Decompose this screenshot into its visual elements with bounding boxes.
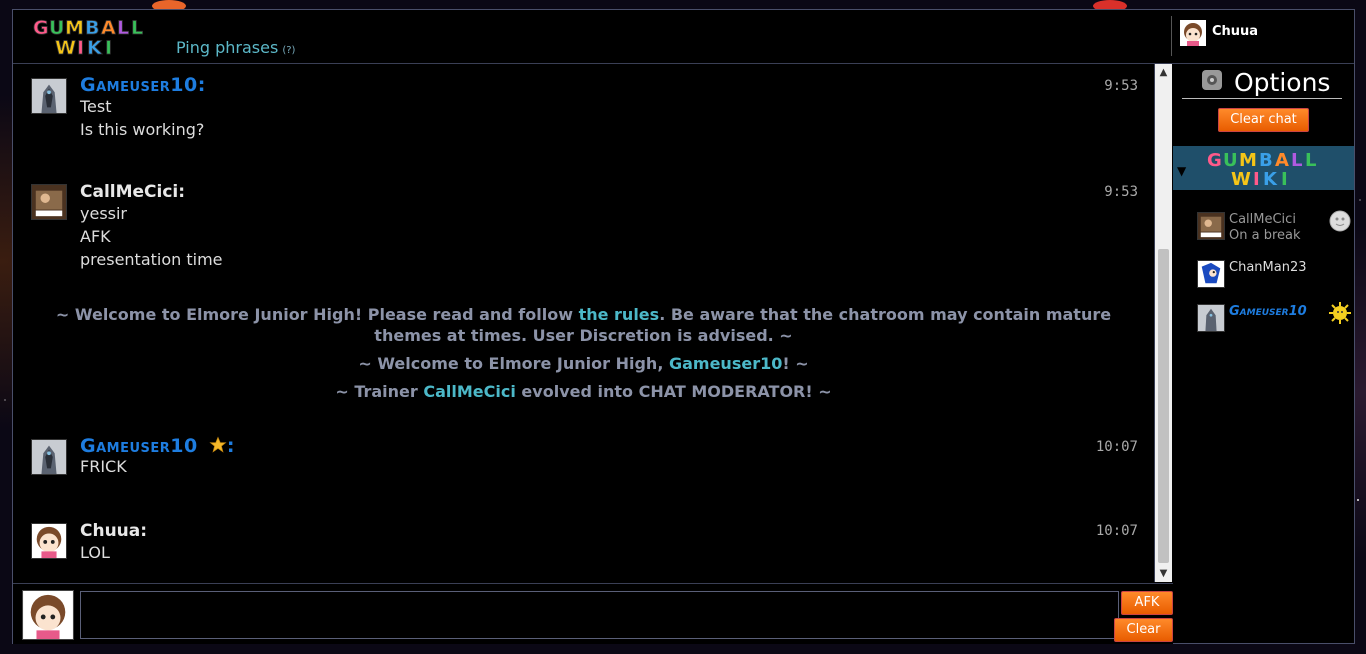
current-user-avatar [1180,20,1206,46]
alert-text: evolved into CHAT MODERATOR! ~ [515,382,832,401]
self-avatar [22,590,74,640]
message-timestamp: 9:53 [1104,184,1138,200]
user-list-status: On a break [1229,228,1301,243]
svg-text:L: L [1291,150,1302,171]
user-avatar [31,184,67,220]
moderator-star-icon [1329,302,1351,324]
message-text: yessir [80,204,128,223]
user-avatar [31,523,67,559]
user-avatar [31,439,67,475]
collapse-arrow-icon[interactable]: ▼ [1177,164,1186,178]
svg-text:U: U [1223,150,1238,171]
user-avatar [31,78,67,114]
message-text: FRICK [80,457,127,476]
user-avatar [1197,304,1225,332]
svg-text:U: U [49,17,64,39]
scroll-up-arrow-icon[interactable]: ▲ [1155,64,1172,81]
svg-text:M: M [65,17,84,39]
message-timestamp: 9:53 [1104,78,1138,94]
rules-link[interactable]: the rules [579,305,660,324]
current-user-name: Chuua [1212,24,1259,39]
alert-text: . Be aware that the chatroom may contain… [659,305,1112,324]
svg-text:L: L [131,17,143,39]
message-input[interactable] [80,591,1119,639]
svg-text:L: L [1305,150,1316,171]
scroll-down-arrow-icon[interactable]: ▼ [1155,565,1172,582]
svg-text:M: M [1239,150,1257,171]
user-list-name: CallMeCici [1229,212,1296,227]
ping-phrases-label: Ping phrases [176,38,279,57]
alert-text: ~ Welcome to Elmore Junior High! Please … [55,305,579,324]
ping-help-icon[interactable]: (?) [282,45,295,56]
star-icon [209,436,227,453]
clear-chat-button[interactable]: Clear chat [1218,108,1309,132]
user-avatar [1197,260,1225,288]
scroll-thumb[interactable] [1158,249,1169,563]
svg-text:B: B [85,17,99,39]
away-moon-icon [1329,210,1351,232]
message-text: Test [80,97,112,116]
message-username[interactable]: Gameuser10: [80,74,206,96]
message-timestamp: 10:07 [1095,439,1138,455]
alert-text: ! ~ [782,354,809,373]
alert-text: themes at times. User Discretion is advi… [374,326,793,345]
chat-header: G U M B A L L W I K I Ping phrases (?) Ch… [13,10,1354,64]
afk-button[interactable]: AFK [1121,591,1173,615]
alert-text: ~ Trainer [335,382,424,401]
room-banner[interactable]: ▼ G U M B A L L W I K I [1173,146,1354,190]
message-username[interactable]: Chuua: [80,521,147,541]
svg-text:I: I [1253,169,1260,187]
svg-text:G: G [33,17,49,39]
message-text: AFK [80,227,111,246]
svg-text:W: W [55,37,76,56]
message-input-area: AFK Clear [13,583,1173,644]
options-gear-icon [1202,70,1222,90]
user-avatar [1197,212,1225,240]
alert-username[interactable]: Gameuser10 [669,354,782,373]
message-username[interactable]: CallMeCici: [80,182,185,202]
message-text: LOL [80,543,110,562]
svg-text:A: A [1275,150,1289,171]
room-logo: G U M B A L L W I K I [1207,150,1316,187]
alert-username[interactable]: CallMeCici [423,382,515,401]
sidebar: Options Clear chat ▼ G U M B A L L W I K… [1173,64,1354,643]
username-text: Gameuser10 [80,435,198,457]
options-header[interactable]: Options [1182,68,1342,99]
message-text: Is this working? [80,120,205,139]
svg-text:I: I [1281,169,1288,187]
clear-button[interactable]: Clear [1114,618,1173,642]
inline-alert-welcome: ~ Welcome to Elmore Junior High! Please … [13,304,1154,346]
svg-text:K: K [1263,169,1278,187]
message-timestamp: 10:07 [1095,523,1138,539]
svg-text:B: B [1259,150,1273,171]
options-title: Options [1234,68,1331,97]
svg-text:G: G [1207,150,1222,171]
message-scrollbar[interactable]: ▲ ▼ [1155,64,1172,582]
svg-text:K: K [87,37,103,56]
wiki-logo[interactable]: G U M B A L L W I K I [31,16,147,56]
svg-text:W: W [1231,169,1251,187]
user-list-name: ChanMan23 [1229,260,1307,275]
alert-text: ~ Welcome to Elmore Junior High, [358,354,669,373]
message-list[interactable]: Gameuser10: 9:53 Test Is this working? C… [13,64,1155,582]
chat-window: G U M B A L L W I K I Ping phrases (?) Ch… [12,9,1355,644]
svg-text:L: L [117,17,129,39]
inline-alert-promotion: ~ Trainer CallMeCici evolved into CHAT M… [13,381,1154,402]
svg-text:I: I [77,37,84,56]
svg-text:I: I [105,37,112,56]
inline-alert-join: ~ Welcome to Elmore Junior High, Gameuse… [13,353,1154,374]
message-text: presentation time [80,250,223,269]
svg-text:A: A [101,17,116,39]
ping-phrases-link[interactable]: Ping phrases (?) [176,38,295,57]
username-colon: : [226,435,235,457]
current-user-panel[interactable]: Chuua [1171,16,1258,56]
user-list-name: Gameuser10 [1229,304,1307,319]
message-username[interactable]: Gameuser10 : [80,435,235,457]
